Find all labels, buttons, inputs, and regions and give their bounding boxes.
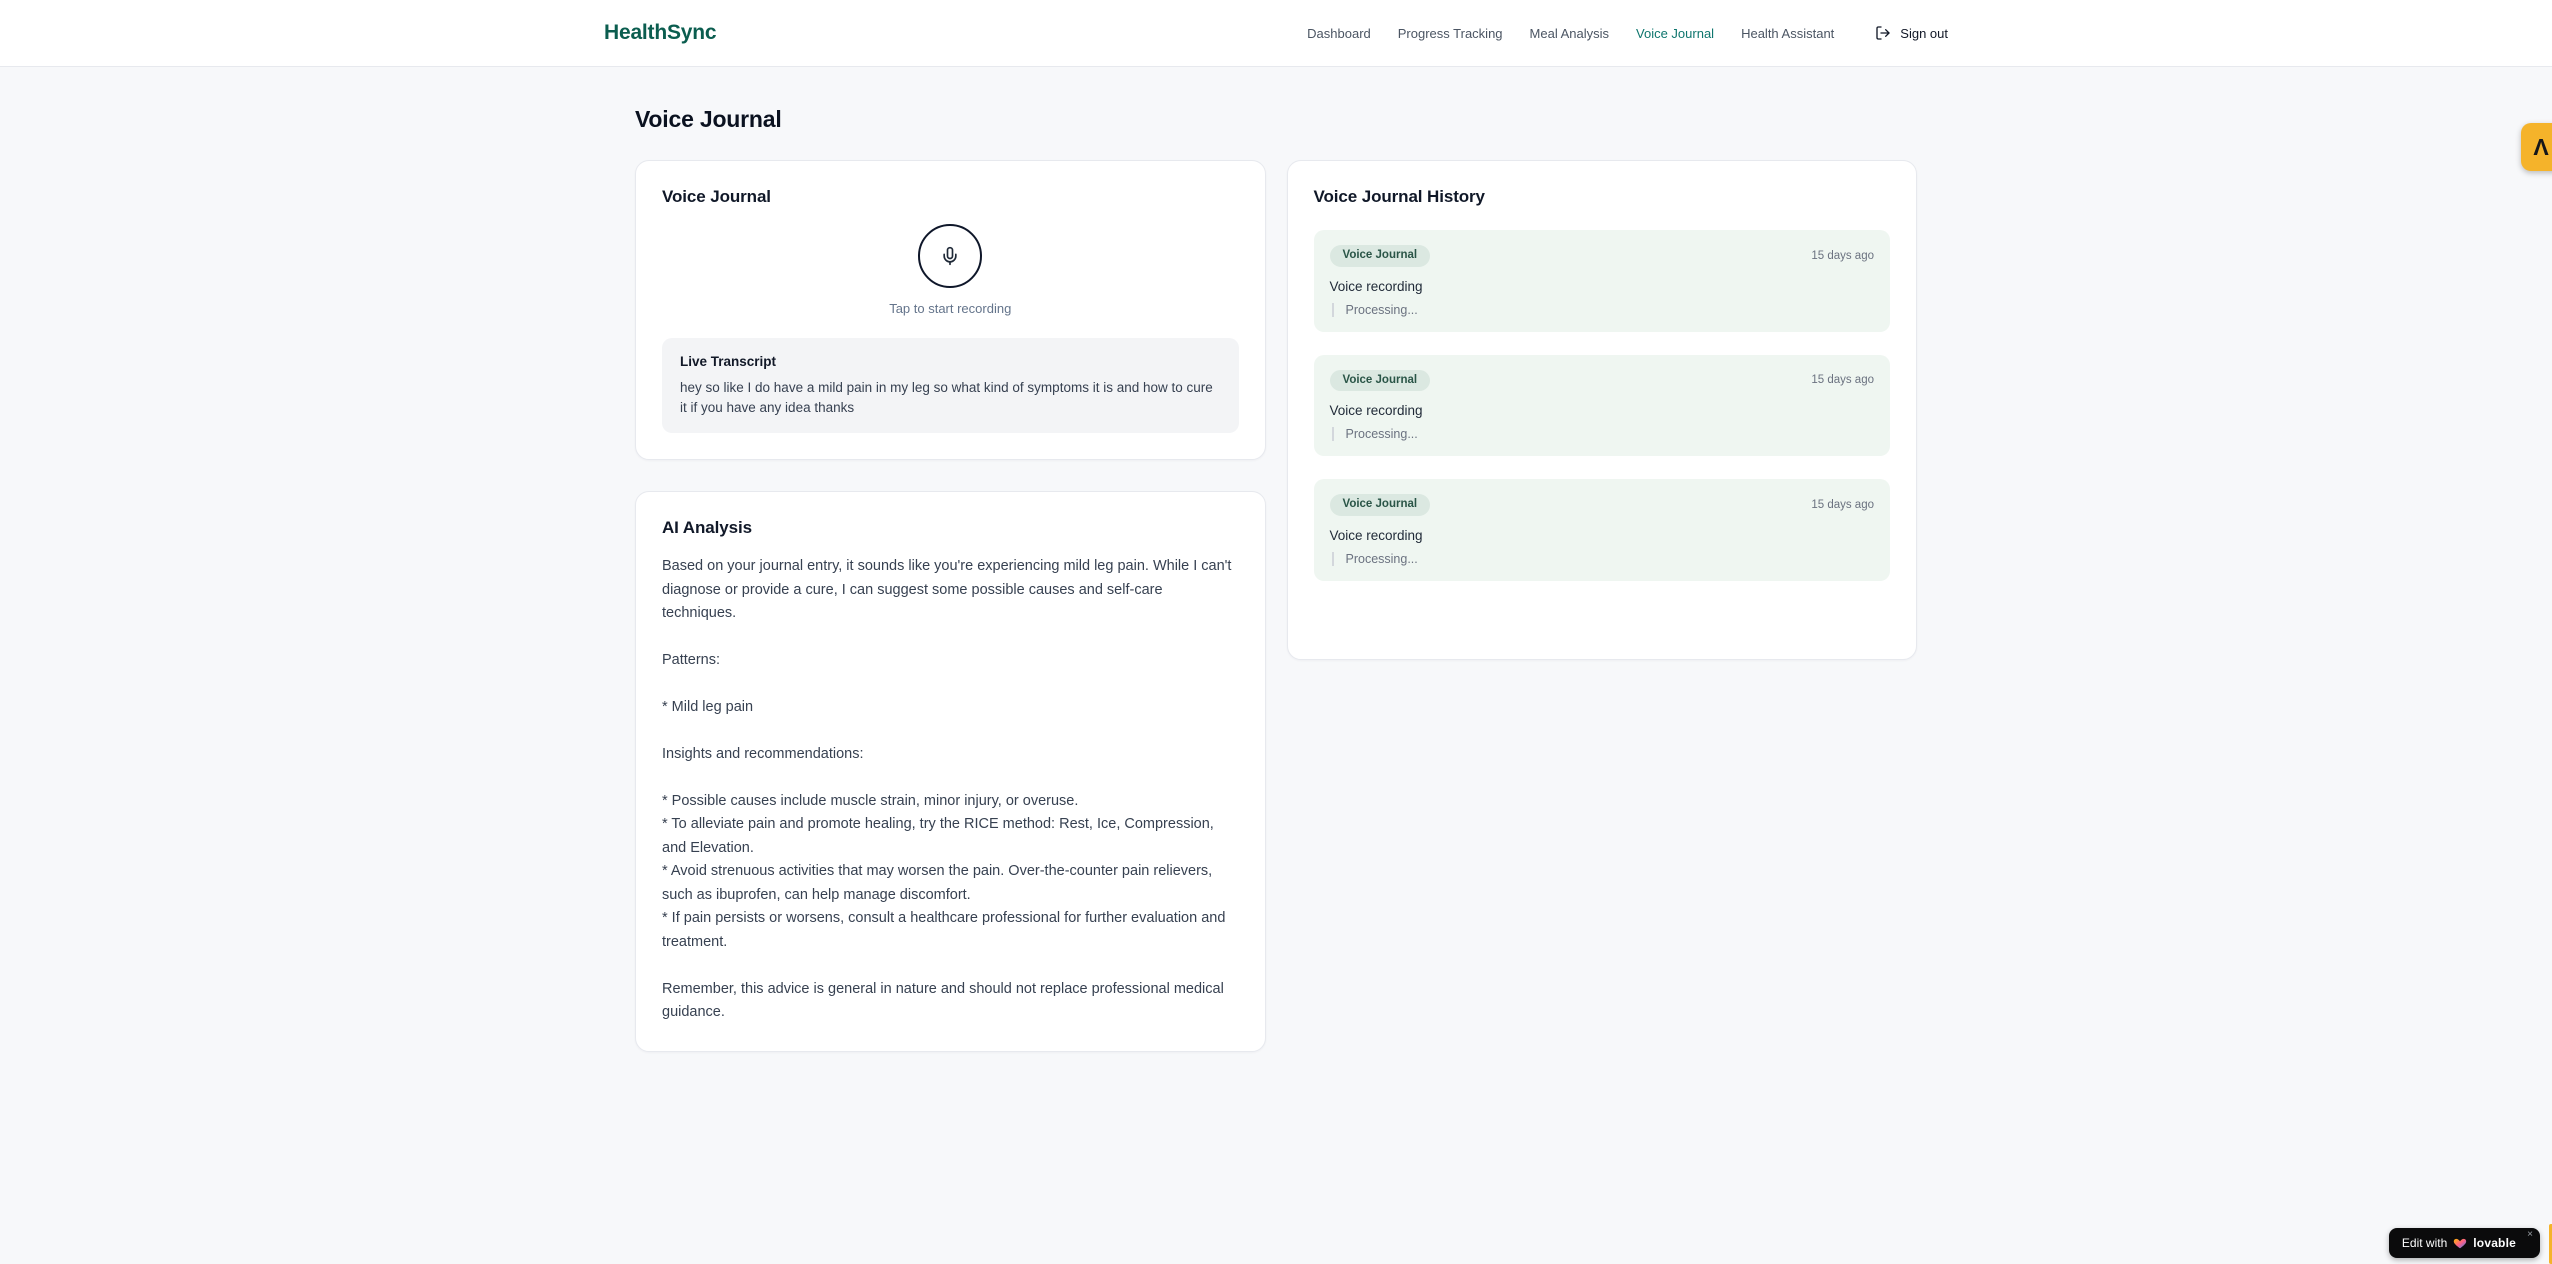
microphone-icon (943, 246, 957, 266)
tap-to-record-hint: Tap to start recording (889, 301, 1012, 316)
history-entry[interactable]: Voice Journal 15 days ago Voice recordin… (1313, 479, 1890, 581)
entry-processing-status: Processing... (1331, 302, 1875, 317)
left-column: Voice Journal Tap to start recording Liv… (635, 160, 1266, 1052)
voice-journal-card: Voice Journal Tap to start recording Liv… (635, 160, 1266, 461)
page-title: Voice Journal (635, 106, 782, 132)
entry-processing-status: Processing... (1331, 427, 1875, 441)
brand-tab-icon: Λ (2533, 133, 2549, 160)
logout-icon (1876, 26, 1890, 40)
entry-processing-status: Processing... (1331, 551, 1875, 566)
nav-item-health-assistant[interactable]: Health Assistant (1741, 26, 1834, 41)
ai-analysis-body: Based on your journal entry, it sounds l… (662, 558, 1232, 1021)
lovable-badge-prefix: Edit with (2401, 1236, 2448, 1250)
nav-item-dashboard[interactable]: Dashboard (1307, 26, 1371, 41)
lovable-edit-badge[interactable]: Edit with lovable × (2388, 1228, 2540, 1258)
entry-summary: Voice recording (1329, 278, 1423, 294)
voice-journal-card-title: Voice Journal (662, 187, 771, 206)
top-navbar: HealthSync Dashboard Progress Tracking M… (0, 0, 2552, 67)
ai-analysis-title: AI Analysis (662, 518, 752, 538)
nav-item-meal-analysis[interactable]: Meal Analysis (1530, 26, 1609, 41)
ai-analysis-card: AI Analysis Based on your journal entry,… (635, 491, 1266, 1052)
entry-type-badge: Voice Journal (1329, 369, 1431, 391)
brand-logo[interactable]: HealthSync (604, 21, 717, 45)
history-entry[interactable]: Voice Journal 15 days ago Voice recordin… (1313, 230, 1890, 332)
entry-type-badge: Voice Journal (1329, 494, 1431, 516)
sign-out-button[interactable]: Sign out (1875, 25, 1948, 41)
entry-summary: Voice recording (1329, 527, 1423, 543)
live-transcript-box: Live Transcript hey so like I do have a … (662, 338, 1239, 434)
lovable-badge-brand: lovable (2473, 1236, 2516, 1250)
live-transcript-title: Live Transcript (680, 354, 777, 369)
entry-timestamp: 15 days ago (1811, 374, 1874, 387)
nav-item-voice-journal[interactable]: Voice Journal (1636, 26, 1714, 41)
live-transcript-text: hey so like I do have a mild pain in my … (680, 380, 1213, 415)
side-panel-tab[interactable]: Λ (2521, 123, 2552, 171)
nav-item-progress-tracking[interactable]: Progress Tracking (1398, 26, 1503, 41)
record-button[interactable] (918, 224, 983, 288)
entry-timestamp: 15 days ago (1811, 249, 1874, 262)
main-content: Voice Journal Voice Journal Tap to start… (635, 67, 1917, 1052)
voice-journal-history-card: Voice Journal History Voice Journal 15 d… (1286, 160, 1917, 660)
history-entry[interactable]: Voice Journal 15 days ago Voice recordin… (1313, 354, 1890, 456)
entry-summary: Voice recording (1329, 403, 1423, 418)
entry-timestamp: 15 days ago (1811, 498, 1874, 511)
heart-icon (2454, 1238, 2467, 1249)
sign-out-label: Sign out (1900, 25, 1948, 41)
main-nav: Dashboard Progress Tracking Meal Analysi… (1307, 25, 1948, 41)
close-icon[interactable]: × (2527, 1230, 2533, 1240)
entry-type-badge: Voice Journal (1329, 245, 1431, 267)
history-card-title: Voice Journal History (1313, 187, 1486, 206)
history-list: Voice Journal 15 days ago Voice recordin… (1313, 230, 1890, 581)
